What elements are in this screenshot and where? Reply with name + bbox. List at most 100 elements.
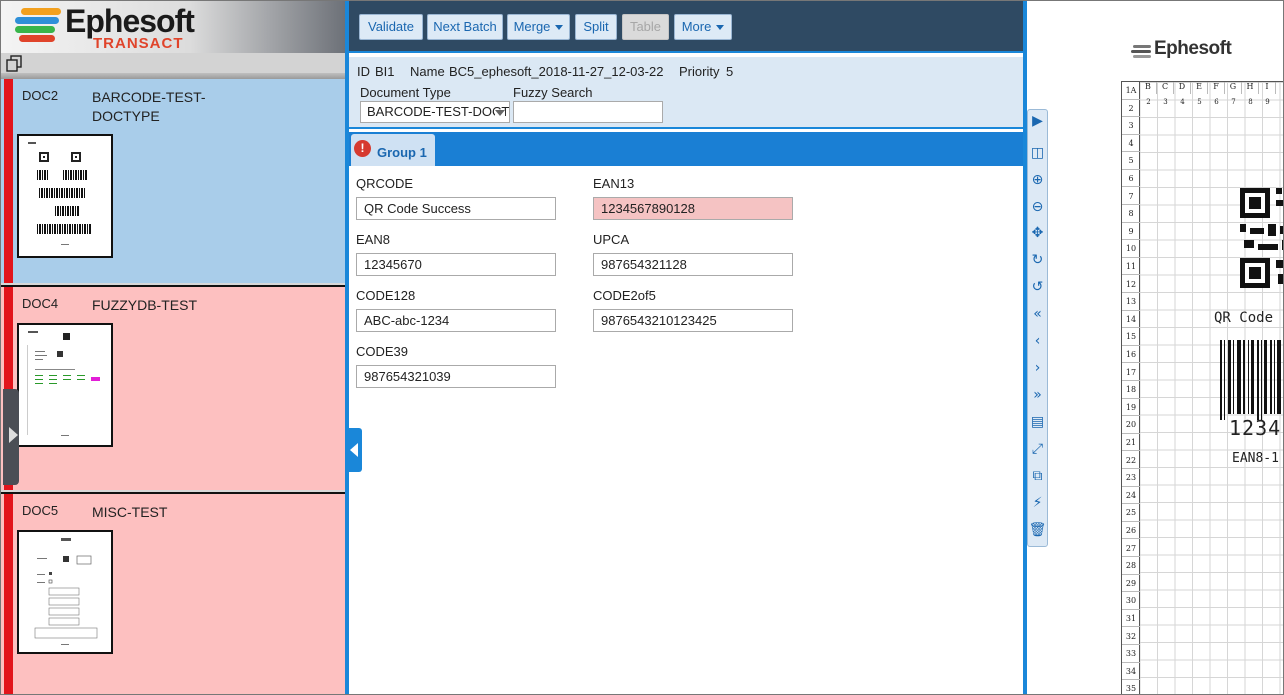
tab-group-1[interactable]: ! Group 1 xyxy=(351,134,435,166)
row-number: 21 xyxy=(1122,434,1140,452)
row-number: 14 xyxy=(1122,311,1140,329)
batch-priority-label: Priority xyxy=(679,64,720,79)
column-letter: C xyxy=(1157,82,1174,94)
code2of5-field[interactable]: 9876543210123425 xyxy=(593,309,793,332)
more-button[interactable]: More xyxy=(674,14,732,40)
rotate-right-icon[interactable]: ↻ xyxy=(1028,249,1047,271)
copy-icon[interactable]: ⧉ xyxy=(1028,465,1047,487)
batch-id-label: ID xyxy=(357,64,370,79)
row-number: 18 xyxy=(1122,381,1140,399)
code39-field[interactable]: 987654321039 xyxy=(356,365,556,388)
row-number: 29 xyxy=(1122,575,1140,593)
document-type-select[interactable]: BARCODE-TEST-DOCTYPE xyxy=(360,101,510,123)
previous-page-icon[interactable]: ‹ xyxy=(1028,330,1047,352)
row-number: 10 xyxy=(1122,240,1140,258)
column-number: 3 xyxy=(1163,98,1168,106)
qr-code-caption: QR Code xyxy=(1214,310,1274,326)
first-page-icon[interactable]: « xyxy=(1028,303,1047,325)
row-number: 2 xyxy=(1122,100,1140,117)
document-id: DOC5 xyxy=(22,503,59,518)
column-number: 9 xyxy=(1265,98,1270,106)
zoom-out-icon[interactable]: ⊖ xyxy=(1028,196,1047,218)
last-page-icon[interactable]: » xyxy=(1028,384,1047,406)
row-number: 1A xyxy=(1122,82,1140,100)
row-number: 28 xyxy=(1122,557,1140,575)
ean8-field[interactable]: 12345670 xyxy=(356,253,556,276)
upca-label: UPCA xyxy=(593,232,630,247)
rotate-left-icon[interactable]: ↺ xyxy=(1028,276,1047,298)
ean8-caption: EAN8-1 xyxy=(1232,451,1279,466)
split-view-icon[interactable]: ◫ xyxy=(1028,142,1047,164)
batch-id: BI1 xyxy=(375,64,395,79)
upca-field[interactable]: 987654321128 xyxy=(593,253,793,276)
qrcode-label: QRCODE xyxy=(356,176,414,191)
page-grid: 1A 2 3 4 5 6 7 8 9 10 11 12 13 14 15 16 17 18 19 20 21 22 23 2… xyxy=(1121,81,1283,694)
row-number: 16 xyxy=(1122,346,1140,364)
form-page-preview-icon xyxy=(27,331,100,436)
ean13-field[interactable]: 1234567890128 xyxy=(593,197,793,220)
document-thumbnail[interactable] xyxy=(17,134,113,258)
document-icon[interactable]: ▤ xyxy=(1028,411,1047,433)
ean8-label: EAN8 xyxy=(356,232,390,247)
more-label: More xyxy=(681,19,712,34)
row-number: 24 xyxy=(1122,487,1140,505)
trash-icon[interactable]: 🗑 xyxy=(1028,519,1047,541)
plugin-icon[interactable]: ⚡ xyxy=(1028,492,1047,514)
fullscreen-icon[interactable]: ⤢ xyxy=(1028,438,1047,460)
split-button[interactable]: Split xyxy=(575,14,617,40)
collapse-left-panel-handle[interactable] xyxy=(3,389,19,485)
group-tab-bar: ! Group 1 xyxy=(349,132,1023,166)
validate-button[interactable]: Validate xyxy=(359,14,423,40)
document-item-doc5[interactable]: DOC5 MISC-TEST xyxy=(1,492,345,694)
row-number: 30 xyxy=(1122,592,1140,610)
copy-icon[interactable] xyxy=(6,55,26,73)
next-batch-button[interactable]: Next Batch xyxy=(427,14,503,40)
document-item-doc4[interactable]: DOC4 FUZZYDB-TEST xyxy=(1,285,345,490)
row-header: 1A 2 3 4 5 6 7 8 9 10 11 12 13 14 15 16 17 18 19 20 21 22 23 2… xyxy=(1122,82,1140,694)
document-image-viewer[interactable]: Ephesoft 1A 2 3 4 5 6 7 8 9 10 11 12 13 14 15 16 17 18 19… xyxy=(1051,1,1283,694)
qr-code-image xyxy=(1240,188,1283,288)
row-number: 9 xyxy=(1122,223,1140,241)
error-icon: ! xyxy=(354,140,371,157)
row-number: 23 xyxy=(1122,469,1140,487)
qrcode-field[interactable]: QR Code Success xyxy=(356,197,556,220)
table-button[interactable]: Table xyxy=(622,14,669,40)
column-letter: B xyxy=(1140,82,1157,94)
column-letter: G xyxy=(1225,82,1242,94)
column-number: 5 xyxy=(1197,98,1202,106)
document-type: MISC-TEST xyxy=(92,504,168,520)
column-letter: I xyxy=(1259,82,1276,94)
document-type-value: BARCODE-TEST-DOCTYPE xyxy=(367,104,510,119)
status-stripe xyxy=(4,494,13,694)
play-icon[interactable]: ▶ xyxy=(1028,110,1047,132)
collapse-center-panel-handle[interactable] xyxy=(348,428,362,472)
merge-button[interactable]: Merge xyxy=(507,14,570,40)
code2of5-label: CODE2of5 xyxy=(593,288,656,303)
zoom-in-icon[interactable]: ⊕ xyxy=(1028,169,1047,191)
fuzzy-search-input[interactable] xyxy=(513,101,663,123)
viewer-logo-text: Ephesoft xyxy=(1154,38,1232,59)
document-thumbnail[interactable] xyxy=(17,530,113,654)
code128-field[interactable]: ABC-abc-1234 xyxy=(356,309,556,332)
misc-page-preview-icon xyxy=(34,538,98,645)
next-page-icon[interactable]: › xyxy=(1028,357,1047,379)
brand-product: TRANSACT xyxy=(93,35,184,52)
brand-header: Ephesoft TRANSACT xyxy=(1,1,345,53)
document-list-panel: Ephesoft TRANSACT DOC2 BARCODE-TEST-DOCT… xyxy=(1,1,345,694)
document-item-doc2[interactable]: DOC2 BARCODE-TEST-DOCTYPE xyxy=(1,79,345,283)
row-number: 19 xyxy=(1122,399,1140,417)
code39-label: CODE39 xyxy=(356,344,409,359)
document-thumbnail[interactable] xyxy=(17,323,113,447)
batch-name-label: Name xyxy=(410,64,445,79)
logo-stripe-icon xyxy=(21,8,61,15)
row-number: 7 xyxy=(1122,188,1140,205)
document-id: DOC4 xyxy=(22,296,59,311)
move-icon[interactable]: ✥ xyxy=(1028,222,1047,244)
row-number: 34 xyxy=(1122,663,1140,681)
column-letter: D xyxy=(1174,82,1191,94)
row-number: 22 xyxy=(1122,452,1140,469)
row-number: 31 xyxy=(1122,610,1140,628)
column-number: 8 xyxy=(1248,98,1253,106)
row-number: 27 xyxy=(1122,540,1140,557)
row-number: 12 xyxy=(1122,276,1140,293)
